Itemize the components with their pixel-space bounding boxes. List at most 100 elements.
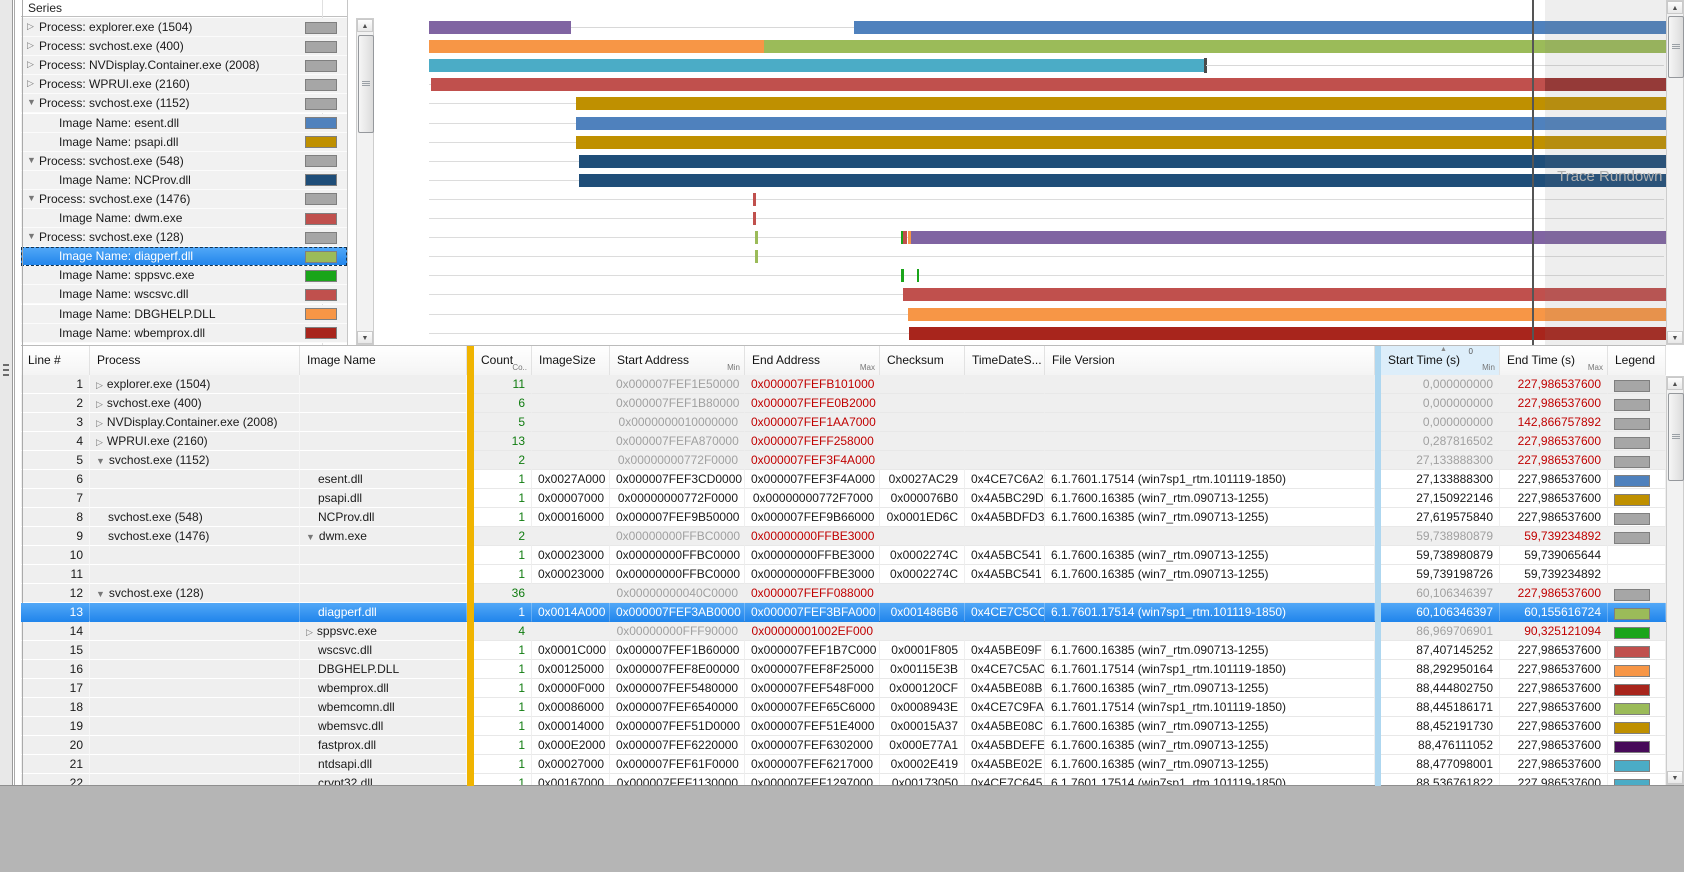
table-scrollbar[interactable]: ▲ ▼	[1666, 376, 1684, 785]
series-item[interactable]: ▷ Process: svchost.exe (400)	[21, 37, 347, 57]
expander-collapsed-icon[interactable]: ▷	[306, 627, 313, 637]
expander-collapsed-icon[interactable]: ▷	[27, 40, 34, 51]
column-header-endaddr[interactable]: End Address Max	[745, 346, 880, 375]
expander-expanded-icon[interactable]: ▼	[27, 97, 36, 107]
table-scrollbar-thumb[interactable]	[1668, 393, 1684, 481]
expander-expanded-icon[interactable]: ▼	[27, 231, 36, 241]
expander-expanded-icon[interactable]: ▼	[96, 456, 105, 466]
expander-expanded-icon[interactable]: ▼	[306, 532, 315, 542]
chart-cursor-line[interactable]	[1532, 0, 1535, 345]
series-item[interactable]: ▼ Process: svchost.exe (1152)	[21, 94, 347, 114]
column-divider-bar[interactable]	[1375, 346, 1381, 786]
gantt-bar-NCProv.dll[interactable]	[578, 173, 1666, 187]
series-item[interactable]: Image Name: dwm.exe	[21, 209, 347, 228]
gantt-bar-svchost.exe (400)[interactable]	[429, 40, 764, 54]
gantt-event-tick-dwm.exe[interactable]	[753, 212, 757, 225]
table-row[interactable]: 7 psapi.dll 1 0x00007000 0x00000000772F0000 0…	[21, 489, 1666, 508]
column-header-image[interactable]: Image Name	[300, 346, 467, 375]
gantt-bar-svchost.exe (1152)[interactable]	[576, 97, 1666, 111]
series-item[interactable]: Image Name: psapi.dll	[21, 132, 347, 152]
table-row[interactable]: 6 esent.dll 1 0x0027A000 0x000007FEF3CD0000 0…	[21, 470, 1666, 489]
table-row[interactable]: 17 wbemprox.dll 1 0x0000F000 0x000007FEF5480…	[21, 679, 1666, 698]
table-row[interactable]: 20 fastprox.dll 1 0x000E2000 0x000007FEF6220…	[21, 736, 1666, 755]
table-row[interactable]: 5 ▼ svchost.exe (1152) 2 0x00000000772F0000 0…	[21, 451, 1666, 470]
expander-collapsed-icon[interactable]: ▷	[96, 399, 103, 409]
chart-scrollbar[interactable]: ▲ ▼	[1666, 0, 1684, 345]
series-item[interactable]: ▼ Process: svchost.exe (548)	[21, 151, 347, 171]
column-divider-bar[interactable]	[467, 346, 474, 786]
gantt-event-tick-diagperf.dll[interactable]	[755, 250, 759, 264]
column-header-legend[interactable]: Legend	[1608, 346, 1666, 375]
expander-expanded-icon[interactable]: ▼	[27, 193, 36, 203]
table-row[interactable]: 8 svchost.exe (548) NCProv.dll 1 0x00016000 0…	[21, 508, 1666, 527]
series-item[interactable]: Image Name: DBGHELP.DLL	[21, 304, 347, 324]
series-item[interactable]: ▷ Process: explorer.exe (1504)	[21, 18, 347, 37]
table-row[interactable]: 11 1 0x00023000 0x00000000FFBC0000 0x0000000…	[21, 565, 1666, 584]
column-header-timedate[interactable]: TimeDateS...	[965, 346, 1045, 375]
gantt-bar-sppsvc.exe[interactable]	[916, 269, 920, 283]
table-row[interactable]: 21 ntdsapi.dll 1 0x00027000 0x000007FEF61F00…	[21, 755, 1666, 774]
gantt-bar-psapi.dll[interactable]	[576, 135, 1666, 149]
table-row[interactable]: 15 wscsvc.dll 1 0x0001C000 0x000007FEF1B6000…	[21, 641, 1666, 660]
series-item[interactable]: Image Name: esent.dll	[21, 113, 347, 133]
series-item[interactable]: ▷ Process: WPRUI.exe (2160)	[21, 75, 347, 95]
column-header-checksum[interactable]: Checksum	[880, 346, 965, 375]
table-row[interactable]: 9 svchost.exe (1476) ▼ dwm.exe 2 0x00000000FF…	[21, 527, 1666, 546]
series-item[interactable]: Image Name: wscsvc.dll	[21, 285, 347, 305]
scroll-down-arrow-icon[interactable]: ▼	[1667, 331, 1683, 344]
scroll-up-arrow-icon[interactable]: ▲	[357, 19, 373, 32]
table-row[interactable]: 2 ▷ svchost.exe (400) 6 0x000007FEF1B80000 0x…	[21, 394, 1666, 413]
column-header-fileversion[interactable]: File Version	[1045, 346, 1375, 375]
table-row[interactable]: 10 1 0x00023000 0x00000000FFBC0000 0x0000000…	[21, 546, 1666, 565]
series-item[interactable]: Image Name: sppsvc.exe	[21, 266, 347, 286]
expander-collapsed-icon[interactable]: ▷	[27, 21, 34, 32]
column-header-endtime[interactable]: End Time (s) Max	[1500, 346, 1608, 375]
cell-fileversion: 6.1.7600.16385 (win7_rtm.090713-1255)	[1045, 717, 1375, 736]
table-row[interactable]: 1 ▷ explorer.exe (1504) 11 0x000007FEF1E5000…	[21, 375, 1666, 394]
expander-collapsed-icon[interactable]: ▷	[96, 418, 103, 428]
series-item[interactable]: ▷ Process: NVDisplay.Container.exe (2008)	[21, 56, 347, 76]
gantt-bar-explorer.exe (1504)[interactable]	[429, 21, 572, 34]
scroll-up-arrow-icon[interactable]: ▲	[1667, 1, 1683, 14]
gantt-bar-WPRUI.exe (2160)[interactable]	[430, 78, 1546, 92]
expander-collapsed-icon[interactable]: ▷	[96, 437, 103, 447]
series-scrollbar[interactable]: ▲ ▼	[356, 18, 374, 345]
table-row[interactable]: 19 wbemsvc.dll 1 0x00014000 0x000007FEF51D00…	[21, 717, 1666, 736]
expander-expanded-icon[interactable]: ▼	[96, 589, 105, 599]
table-row[interactable]: 4 ▷ WPRUI.exe (2160) 13 0x000007FEFA870000 0x…	[21, 432, 1666, 451]
column-header-starttime[interactable]: Start Time (s) ▲ 0 Min	[1381, 346, 1500, 375]
scroll-down-arrow-icon[interactable]: ▼	[357, 331, 373, 344]
column-header-imagesize[interactable]: ImageSize	[532, 346, 610, 375]
gantt-bar-svchost.exe (400)[interactable]	[763, 40, 1666, 54]
expander-collapsed-icon[interactable]: ▷	[27, 59, 34, 70]
column-header-startaddr[interactable]: Start Address Min	[610, 346, 745, 375]
chart-scrollbar-thumb[interactable]	[1668, 16, 1684, 78]
gantt-event-tick-svchost.exe (1476)[interactable]	[753, 192, 757, 206]
column-header-count[interactable]: Count Co..	[474, 346, 532, 375]
expander-expanded-icon[interactable]: ▼	[27, 155, 36, 165]
table-row[interactable]: 16 DBGHELP.DLL 1 0x00125000 0x000007FEF8E000…	[21, 660, 1666, 679]
gantt-event-tick-svchost.exe (128)[interactable]	[755, 231, 759, 245]
series-item[interactable]: Image Name: NCProv.dll	[21, 170, 347, 190]
series-item[interactable]: Image Name: diagperf.dll	[21, 247, 347, 267]
table-row[interactable]: 14 ▷ sppsvc.exe 4 0x00000000FFF90000 0x000000…	[21, 622, 1666, 641]
table-row[interactable]: 3 ▷ NVDisplay.Container.exe (2008) 5 0x00000…	[21, 413, 1666, 432]
column-header-line[interactable]: Line #	[21, 346, 90, 375]
gantt-bar-esent.dll[interactable]	[576, 116, 1666, 130]
expander-collapsed-icon[interactable]: ▷	[27, 78, 34, 89]
series-item[interactable]: ▼ Process: svchost.exe (1476)	[21, 189, 347, 209]
expander-collapsed-icon[interactable]: ▷	[96, 380, 103, 390]
series-item[interactable]: Image Name: wbemprox.dll	[21, 323, 347, 343]
scroll-down-arrow-icon[interactable]: ▼	[1667, 771, 1683, 784]
table-row[interactable]: 12 ▼ svchost.exe (128) 36 0x00000000040C0000…	[21, 584, 1666, 603]
column-header-process[interactable]: Process	[90, 346, 300, 375]
gantt-bar-NVDisplay.Container.exe (2008)[interactable]	[429, 59, 1205, 73]
gantt-event-tick-sppsvc.exe[interactable]	[900, 269, 904, 283]
series-item[interactable]: ▼ Process: svchost.exe (128)	[21, 228, 347, 248]
graph-panel-handle-strip[interactable]	[0, 0, 13, 800]
gantt-bar-svchost.exe (548)[interactable]	[578, 154, 1666, 168]
series-scrollbar-thumb[interactable]	[358, 35, 374, 133]
table-row[interactable]: 13 diagperf.dll 1 0x0014A000 0x000007FEF3AB0…	[21, 603, 1666, 622]
table-row[interactable]: 18 wbemcomn.dll 1 0x00086000 0x000007FEF6540…	[21, 698, 1666, 717]
scroll-up-arrow-icon[interactable]: ▲	[1667, 377, 1683, 390]
